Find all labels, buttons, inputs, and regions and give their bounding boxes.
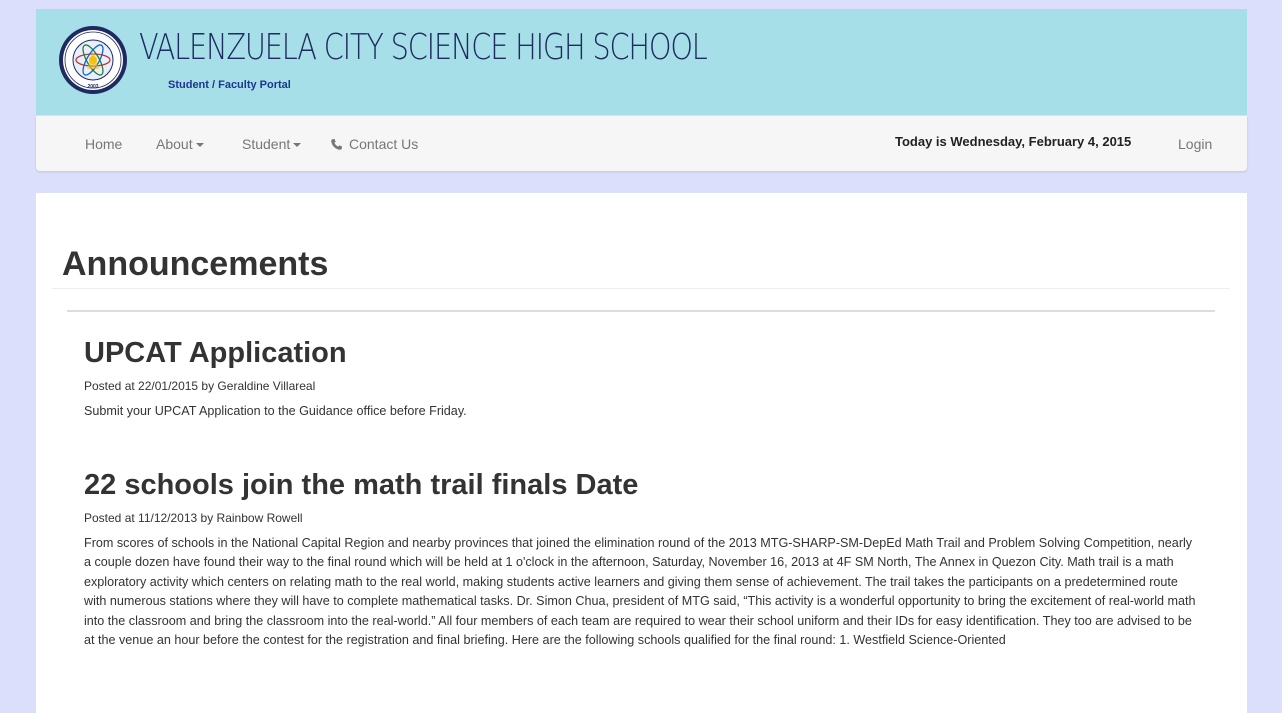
announcement-meta: Posted at 11/12/2013 by Rainbow Rowell — [84, 511, 303, 525]
announcement-item: UPCAT Application Posted at 22/01/2015 b… — [84, 337, 1196, 421]
header-banner: 2003 VALENZUELA CITY SCIENCE HIGH SCHOOL… — [36, 9, 1247, 115]
nav-student-dropdown[interactable]: Student — [242, 136, 302, 152]
announcement-body: Submit your UPCAT Application to the Gui… — [84, 404, 467, 418]
phone-icon — [331, 138, 343, 150]
caret-down-icon — [293, 143, 302, 148]
section-divider — [67, 310, 1215, 312]
school-seal-logo[interactable]: 2003 — [58, 25, 128, 95]
announcement-title[interactable]: 22 schools join the math trail finals Da… — [84, 469, 1196, 502]
caret-down-icon — [195, 143, 204, 148]
school-name: VALENZUELA CITY SCIENCE HIGH SCHOOL — [139, 27, 708, 68]
main-navbar: Home About Student Contact Us Today is W… — [36, 116, 1247, 171]
main-content: Announcements UPCAT Application Posted a… — [36, 193, 1247, 713]
announcement-item: 22 schools join the math trail finals Da… — [84, 469, 1196, 650]
announcement-title[interactable]: UPCAT Application — [84, 337, 1196, 370]
nav-contact[interactable]: Contact Us — [330, 136, 418, 152]
title-divider — [52, 288, 1230, 289]
nav-home[interactable]: Home — [85, 136, 122, 152]
nav-contact-label: Contact Us — [349, 136, 419, 152]
login-link[interactable]: Login — [1178, 136, 1212, 152]
portal-subtitle: Student / Faculty Portal — [168, 79, 291, 91]
nav-student-label: Student — [242, 136, 291, 152]
nav-about-label: About — [156, 136, 193, 152]
seal-year: 2003 — [87, 84, 98, 90]
today-date: Today is Wednesday, February 4, 2015 — [895, 134, 1132, 149]
nav-about-dropdown[interactable]: About — [156, 136, 204, 152]
announcement-body: From scores of schools in the National C… — [84, 536, 1196, 648]
page-title: Announcements — [62, 245, 329, 283]
announcement-meta: Posted at 22/01/2015 by Geraldine Villar… — [84, 379, 316, 393]
